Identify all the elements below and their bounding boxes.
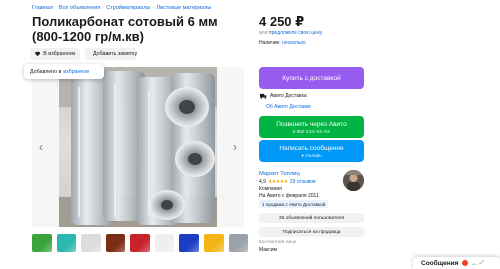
image-gallery: ‹ › <box>32 67 244 227</box>
availability-label: Наличие: <box>259 40 281 46</box>
favorite-label: В избранном <box>43 51 75 57</box>
thumb-brown-sheet[interactable] <box>105 234 126 252</box>
contact-person-name: Максим <box>259 247 277 253</box>
breadcrumb-item[interactable]: Листовые материалы <box>156 5 211 11</box>
online-status-text: Онлайн <box>305 152 322 158</box>
delivery-label-text: Авито Доставка <box>270 93 307 99</box>
price-hint: или предложите свою цену <box>259 30 322 36</box>
delivery-truck-icon <box>260 93 267 99</box>
contact-person-label: Контактное лицо <box>259 240 297 245</box>
toast-favorites-link[interactable]: избранное <box>63 69 89 75</box>
expand-icon[interactable]: ⤢ <box>479 260 483 266</box>
messages-bar[interactable]: Сообщения ︿ ⤢ <box>413 257 500 269</box>
polycarbonate-rolls-image <box>59 67 217 227</box>
about-delivery-link[interactable]: Об Авито Доставке <box>266 104 311 110</box>
call-button-label: Позвонить через Авито <box>276 120 347 128</box>
call-button[interactable]: Позвонить через Авито 8 950 XXX-XX-XX <box>259 116 364 138</box>
chevron-up-icon[interactable]: ︿ <box>471 260 476 267</box>
thumb-clear-sheet[interactable] <box>81 234 101 252</box>
gallery-prev-arrow[interactable]: ‹ <box>34 137 48 157</box>
thumb-red-sheet[interactable] <box>130 234 150 252</box>
subscribe-seller-button[interactable]: Подписаться на продавца <box>259 227 364 237</box>
thumbnail-strip <box>32 234 249 252</box>
seller-listings-button[interactable]: 36 объявлений пользователя <box>259 213 364 223</box>
price-hint-prefix: или <box>259 30 268 36</box>
call-number: 8 950 XXX-XX-XX <box>292 128 331 134</box>
seller-photo-image <box>343 170 364 191</box>
buy-button-label: Купить с доставкой <box>282 74 341 82</box>
reviews-link[interactable]: 29 отзывов <box>290 179 316 185</box>
heart-icon <box>35 51 41 57</box>
page-title: Поликарбонат сотовый 6 мм (800-1200 гр/м… <box>32 14 218 44</box>
breadcrumb: Главная · Все объявления · Стройматериал… <box>32 5 211 11</box>
thumb-white-sheet[interactable] <box>154 234 175 252</box>
seller-rating: 4,9 ★★★★★ 29 отзывов <box>259 179 316 185</box>
rating-value: 4,9 <box>259 179 266 185</box>
favorite-button[interactable]: В избранном <box>30 48 80 60</box>
breadcrumb-separator: · <box>54 5 57 11</box>
thumb-yellow-sheet[interactable] <box>203 234 224 252</box>
toast-text: Добавлено в <box>30 68 62 75</box>
offer-price-link[interactable]: предложите свою цену <box>269 30 322 36</box>
breadcrumb-separator: · <box>102 5 105 11</box>
message-button-label: Написать сообщение <box>279 144 344 152</box>
rating-stars-icon: ★★★★★ <box>267 179 288 185</box>
add-note-button[interactable]: Добавить заметку <box>85 48 137 60</box>
thumb-gray-sheet[interactable] <box>228 234 249 252</box>
seller-name-link[interactable]: Маркет Теплиц <box>259 171 300 177</box>
favorite-toast: Добавлено в избранное <box>24 64 104 79</box>
seller-type: Компания <box>259 186 282 192</box>
breadcrumb-item[interactable]: Главная <box>32 5 53 11</box>
seller-delivery-badge: 1 продажа с Авито Доставкой <box>259 200 329 208</box>
availability: Наличие: несколько <box>259 40 306 46</box>
avito-delivery-label: Авито Доставка <box>260 93 307 99</box>
add-note-label: Добавить заметку <box>93 51 138 57</box>
gallery-next-arrow[interactable]: › <box>228 137 242 157</box>
thumb-teal-sheet[interactable] <box>56 234 77 252</box>
breadcrumb-item[interactable]: Все объявления <box>59 5 101 11</box>
breadcrumb-item[interactable]: Стройматериалы <box>106 5 150 11</box>
price: 4 250 ₽ <box>259 14 305 29</box>
unread-dot-icon <box>462 260 469 266</box>
thumb-green-sheet[interactable] <box>32 234 52 252</box>
seller-avatar[interactable] <box>343 170 364 191</box>
seller-since: На Авито с февраля 2011 <box>259 193 319 199</box>
availability-value: несколько <box>282 40 306 46</box>
breadcrumb-separator: · <box>152 5 155 11</box>
buy-with-delivery-button[interactable]: Купить с доставкой <box>259 67 364 89</box>
online-status: ● Онлайн <box>301 152 322 158</box>
thumb-blue-sheet[interactable] <box>179 234 199 252</box>
write-message-button[interactable]: Написать сообщение ● Онлайн <box>259 140 364 162</box>
main-product-photo[interactable] <box>59 67 217 227</box>
messages-label: Сообщения <box>421 259 459 267</box>
